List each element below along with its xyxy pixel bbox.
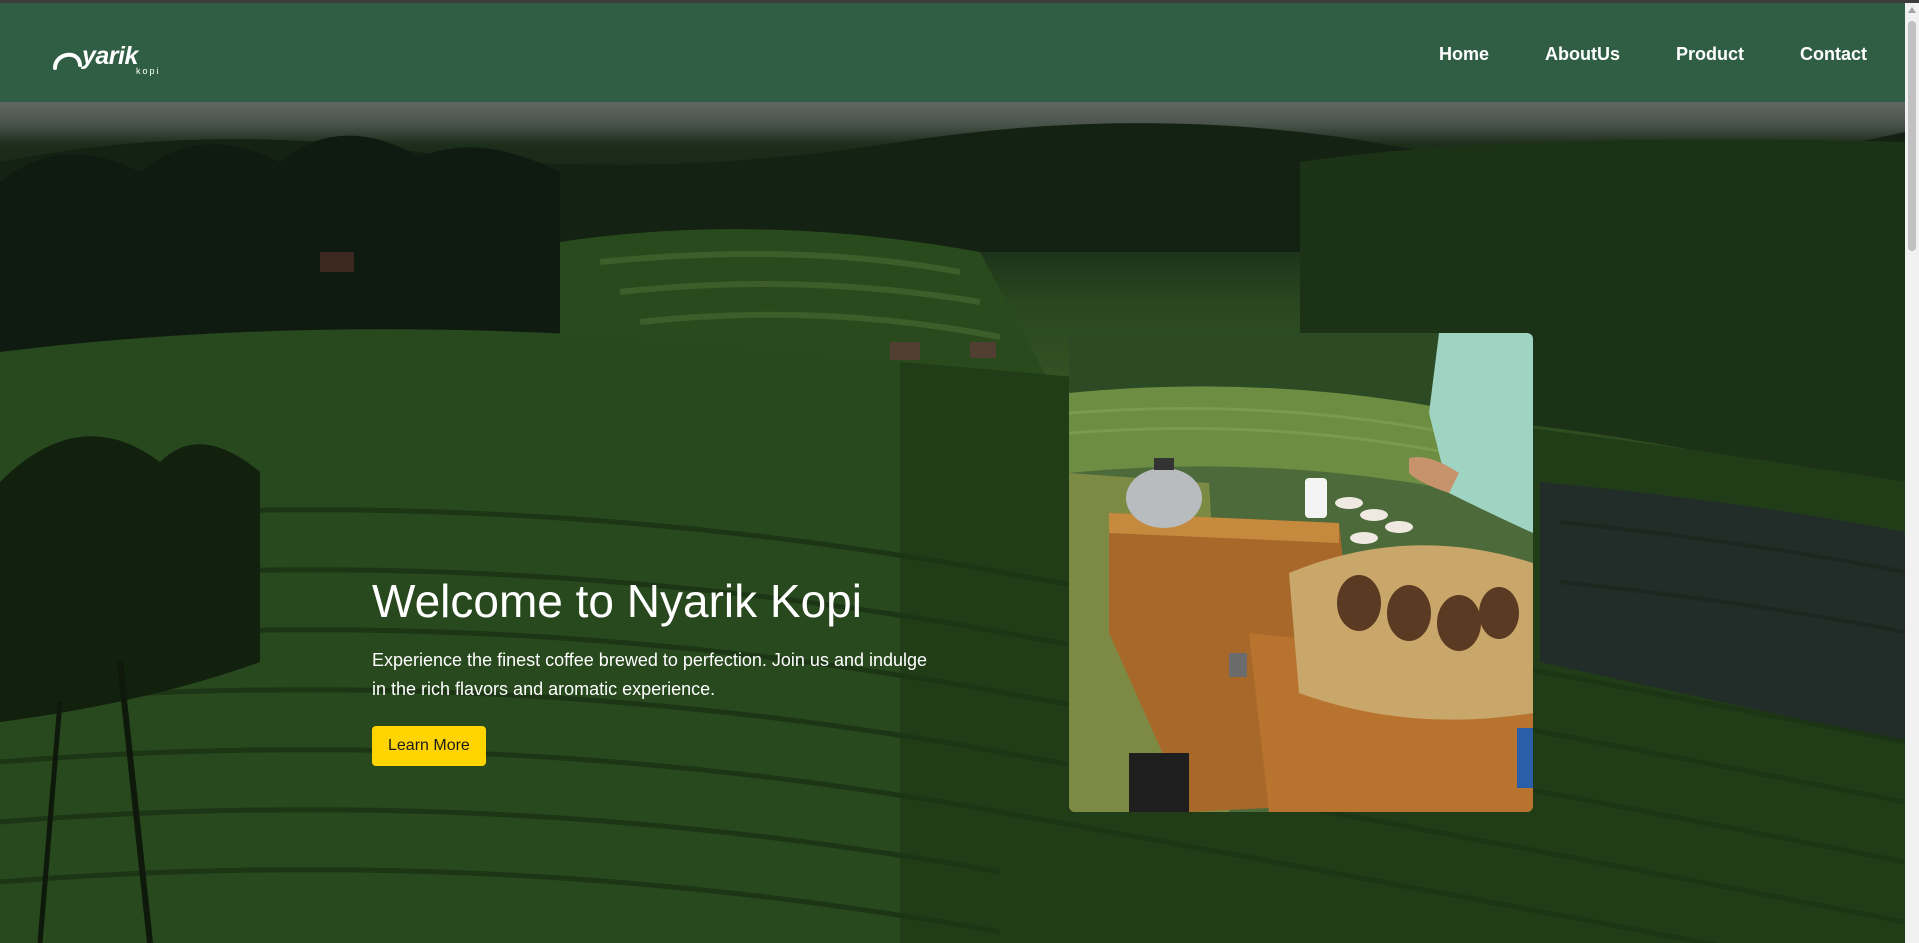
nav-contact[interactable]: Contact [1800,42,1867,66]
hero-content: Welcome to Nyarik Kopi Experience the fi… [372,574,932,766]
logo[interactable]: yarik kopi [52,41,159,77]
hero-description: Experience the finest coffee brewed to p… [372,650,928,699]
nav-home[interactable]: Home [1439,42,1489,66]
main-nav: Home AboutUs Product Contact [1383,42,1867,66]
nav-about-us[interactable]: AboutUs [1545,42,1620,66]
hero-overlay [0,102,1905,943]
nav-product[interactable]: Product [1676,42,1744,66]
vertical-scrollbar[interactable] [1905,3,1919,943]
page: yarik kopi Home AboutUs Product Contact [0,0,1905,943]
hero-section: Welcome to Nyarik Kopi Experience the fi… [0,102,1905,943]
logo-wordmark: yarik [82,42,138,70]
logo-arc-icon [53,52,82,70]
navbar: yarik kopi Home AboutUs Product Contact [0,3,1905,102]
hero-title: Welcome to Nyarik Kopi [372,575,862,627]
scroll-up-arrow-icon[interactable] [1908,7,1916,13]
hero-coffee-cart-image [1069,333,1533,812]
learn-more-button[interactable]: Learn More [372,726,486,766]
logo-tagline: kopi [136,66,161,76]
scrollbar-thumb[interactable] [1908,21,1916,251]
